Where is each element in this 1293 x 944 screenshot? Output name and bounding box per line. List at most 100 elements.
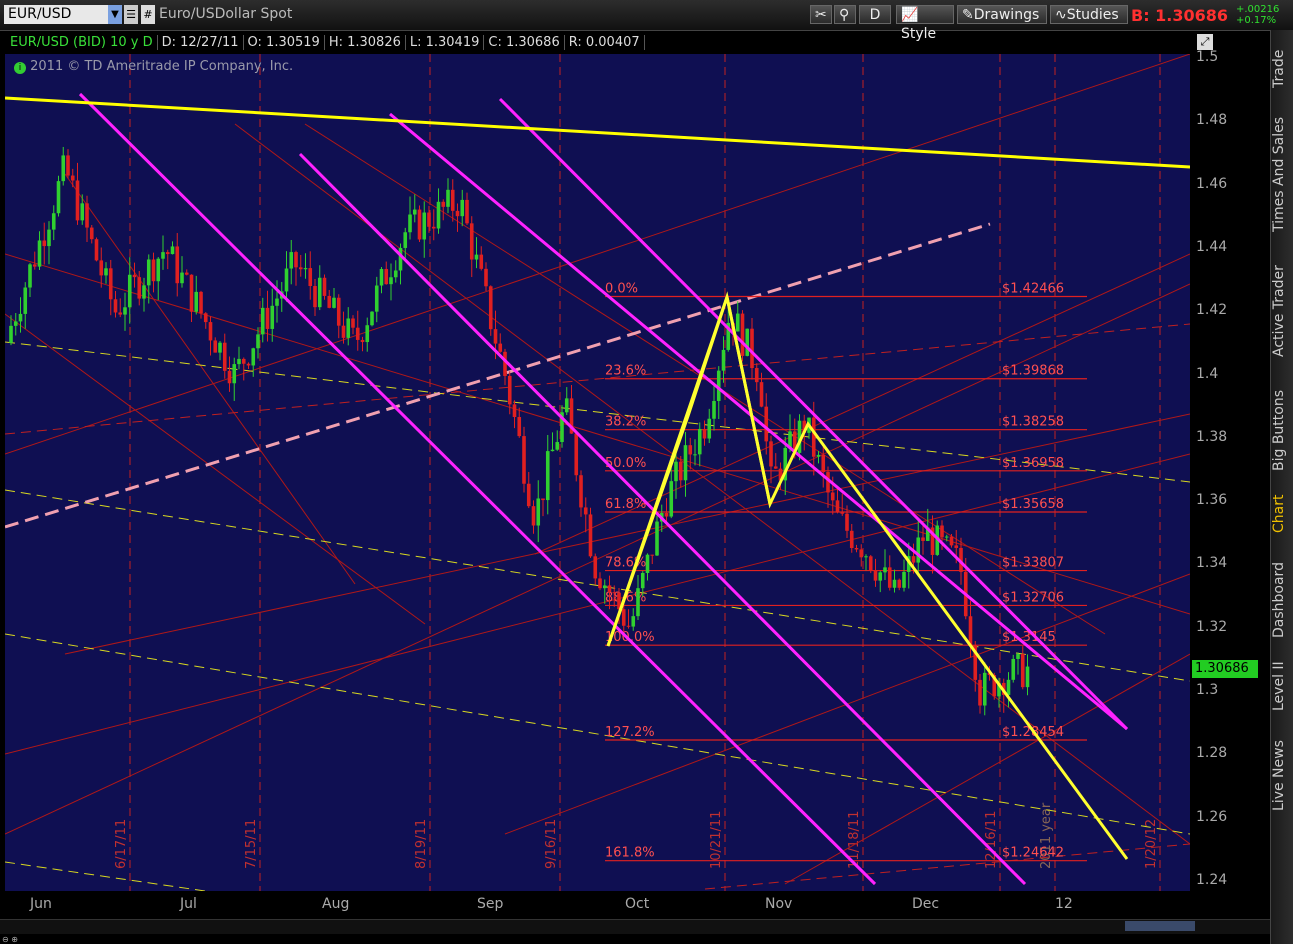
candle-body: [631, 616, 636, 627]
candle-body: [18, 313, 23, 322]
candle-body: [721, 349, 726, 371]
tools-icon[interactable]: ✂: [810, 5, 832, 24]
studies-button[interactable]: ∿Studies: [1050, 5, 1128, 24]
candle-body: [883, 567, 887, 573]
copyright-text: 2011 © TD Ameritrade IP Company, Inc.: [30, 59, 294, 74]
scrollbar-thumb[interactable]: [1125, 921, 1195, 931]
date-marker-label: 9/16/11: [544, 819, 559, 869]
candle-body: [678, 461, 683, 481]
candle-body: [555, 442, 560, 450]
candle-body: [51, 213, 56, 230]
candle-body: [949, 536, 954, 546]
candle-body: [921, 537, 925, 541]
candle-body: [916, 537, 921, 563]
candle-body: [232, 364, 237, 384]
candle-body: [270, 305, 275, 329]
y-tick-label: 1.48: [1196, 112, 1228, 129]
candle-body: [194, 291, 199, 312]
tab-chart[interactable]: Chart: [1271, 485, 1293, 543]
tab-dashboard[interactable]: Dashboard: [1271, 553, 1293, 648]
candle-body: [85, 203, 89, 228]
tab-level-ii[interactable]: Level II: [1271, 655, 1293, 717]
candle-body: [484, 268, 488, 287]
tab-times-and-sales[interactable]: Times And Sales: [1271, 110, 1293, 238]
plot-background: [5, 54, 1190, 891]
candle-body: [42, 240, 47, 247]
price-chart[interactable]: 6/17/11 7/15/11 8/19/11 9/16/11 10/21/11 11/1…: [5, 54, 1190, 891]
candle-body: [626, 625, 631, 627]
zoom-controls-icon[interactable]: ⊖ ⊕: [2, 935, 52, 944]
candle-body: [764, 406, 769, 442]
symbol-dropdown-icon[interactable]: ▼: [108, 5, 122, 24]
period-button[interactable]: D: [859, 5, 891, 24]
symbol-menu-icon[interactable]: ☰: [124, 5, 138, 24]
candle-body: [389, 277, 393, 285]
candle-body: [251, 348, 256, 366]
candle-body: [161, 252, 165, 259]
drawings-button[interactable]: ✎Drawings: [957, 5, 1047, 24]
candle-body: [218, 342, 222, 353]
link-icon[interactable]: ⚲: [834, 5, 856, 24]
candle-body: [317, 277, 322, 308]
candle-body: [441, 201, 446, 207]
candle-body: [498, 343, 503, 352]
candle-body: [868, 556, 873, 571]
y-tick-label: 1.36: [1196, 492, 1228, 509]
candle-body: [427, 212, 431, 227]
candle-body: [142, 285, 146, 299]
candle-body: [750, 328, 754, 369]
candle-body: [1011, 658, 1016, 680]
candle-body: [550, 449, 555, 452]
candle-body: [108, 268, 113, 300]
candle-body: [450, 189, 455, 211]
tab-active-trader[interactable]: Active Trader: [1271, 255, 1293, 367]
candle-body: [256, 334, 260, 349]
style-button[interactable]: 📈 Style: [896, 5, 954, 42]
candle-body: [493, 329, 498, 344]
candle-body: [564, 398, 569, 413]
candle-body: [854, 547, 859, 550]
candle-body: [70, 175, 75, 181]
info-range: R: 0.00407: [564, 35, 645, 50]
candle-body: [821, 454, 826, 473]
candle-body: [688, 445, 693, 455]
candle-body: [180, 272, 184, 284]
candle-body: [137, 277, 142, 299]
x-tick-label: Dec: [912, 896, 940, 912]
candle-body: [545, 451, 550, 501]
candle-body: [199, 291, 203, 314]
candle-body: [370, 311, 374, 326]
candle-body: [308, 268, 313, 286]
candle-body: [23, 287, 28, 314]
candle-body: [146, 259, 151, 286]
info-close: C: 1.30686: [484, 35, 565, 50]
tab-live-news[interactable]: Live News: [1271, 730, 1293, 822]
fib-price-label: $1.39868: [1002, 364, 1064, 379]
tab-big-buttons[interactable]: Big Buttons: [1271, 380, 1293, 480]
candle-body: [455, 210, 460, 217]
candle-body: [422, 212, 427, 240]
info-open: O: 1.30519: [243, 35, 325, 50]
candle-body: [327, 295, 332, 308]
candle-body: [66, 155, 70, 176]
candle-body: [745, 328, 750, 356]
tab-trade[interactable]: Trade: [1271, 40, 1293, 98]
candle-body: [398, 247, 403, 271]
y-tick-label: 1.46: [1196, 175, 1228, 192]
candle-body: [393, 270, 398, 278]
change-abs: +.00216: [1236, 4, 1280, 15]
hash-icon[interactable]: #: [141, 5, 155, 24]
x-tick-label: Jun: [30, 896, 52, 912]
candle-body: [902, 571, 906, 588]
x-tick-label: Jul: [180, 896, 197, 912]
change-readout: +.00216 +0.17%: [1236, 4, 1279, 26]
candle-body: [526, 483, 531, 507]
candle-body: [522, 436, 526, 484]
horizontal-scrollbar[interactable]: [0, 919, 1270, 934]
symbol-input[interactable]: EUR/USD: [4, 5, 108, 24]
candle-body: [9, 325, 13, 343]
candle-body: [655, 521, 659, 556]
candle-body: [322, 277, 327, 296]
expand-icon[interactable]: ⤢: [1197, 34, 1213, 50]
candle-body: [104, 268, 108, 276]
